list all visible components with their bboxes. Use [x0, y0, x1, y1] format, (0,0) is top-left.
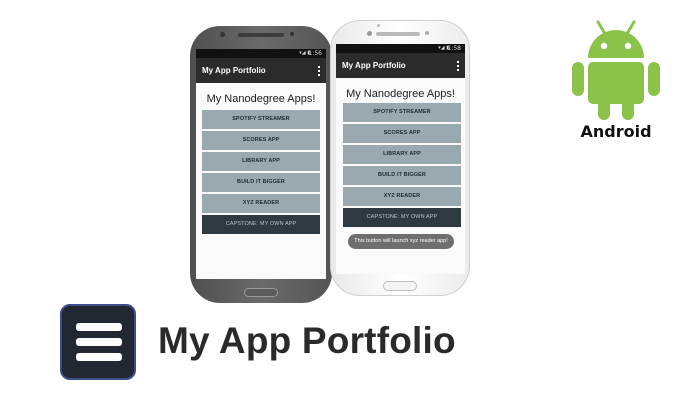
sensor: [290, 32, 294, 36]
app-bar: My App Portfolio: [336, 53, 465, 78]
speaker-grille: [376, 32, 420, 36]
library-app-button[interactable]: LIBRARY APP: [202, 152, 320, 171]
build-it-bigger-button[interactable]: BUILD IT BIGGER: [202, 173, 320, 192]
scores-app-button[interactable]: SCORES APP: [202, 131, 320, 150]
sensor: [377, 24, 380, 27]
speaker-grille: [238, 33, 284, 37]
menu-icon: [60, 304, 136, 380]
build-it-bigger-button[interactable]: BUILD IT BIGGER: [343, 166, 461, 185]
banner-title: My App Portfolio: [158, 320, 456, 361]
xyz-reader-button[interactable]: XYZ READER: [202, 194, 320, 213]
phone-screen: ▾◢ ▮ 1:58 My App Portfolio My Nanodegree…: [336, 44, 465, 274]
app-bar-title: My App Portfolio: [202, 66, 266, 75]
library-app-button[interactable]: LIBRARY APP: [343, 145, 461, 164]
capstone-button[interactable]: CAPSTONE: MY OWN APP: [202, 215, 320, 234]
overflow-menu-icon[interactable]: [457, 61, 459, 71]
spotify-streamer-button[interactable]: SPOTIFY STREAMER: [202, 110, 320, 129]
sensor: [425, 31, 429, 35]
scores-app-button[interactable]: SCORES APP: [343, 124, 461, 143]
screen-heading: My Nanodegree Apps!: [206, 93, 316, 105]
home-button[interactable]: [244, 288, 278, 297]
phone-frame-dark: ▾◢ ▮ 1:56 My App Portfolio My Nanodegree…: [190, 26, 332, 303]
capstone-button[interactable]: CAPSTONE: MY OWN APP: [343, 208, 461, 227]
front-camera: [220, 32, 225, 37]
phone-frame-light: ▾◢ ▮ 1:58 My App Portfolio My Nanodegree…: [330, 20, 470, 296]
overflow-menu-icon[interactable]: [318, 66, 320, 76]
status-bar: ▾◢ ▮ 1:56: [196, 49, 326, 58]
android-label: Android: [580, 122, 652, 141]
screen-heading: My Nanodegree Apps!: [346, 88, 455, 100]
home-button[interactable]: [383, 281, 417, 291]
status-time: 1:58: [447, 45, 461, 52]
toast-message: This button will launch xyz reader app!: [348, 234, 454, 249]
app-bar: My App Portfolio: [196, 58, 326, 83]
status-bar: ▾◢ ▮ 1:58: [336, 44, 465, 53]
front-camera: [367, 31, 372, 36]
app-bar-title: My App Portfolio: [342, 61, 406, 70]
android-robot-icon: [572, 20, 660, 120]
phone-screen: ▾◢ ▮ 1:56 My App Portfolio My Nanodegree…: [196, 49, 326, 279]
spotify-streamer-button[interactable]: SPOTIFY STREAMER: [343, 103, 461, 122]
status-time: 1:56: [308, 50, 322, 57]
xyz-reader-button[interactable]: XYZ READER: [343, 187, 461, 206]
